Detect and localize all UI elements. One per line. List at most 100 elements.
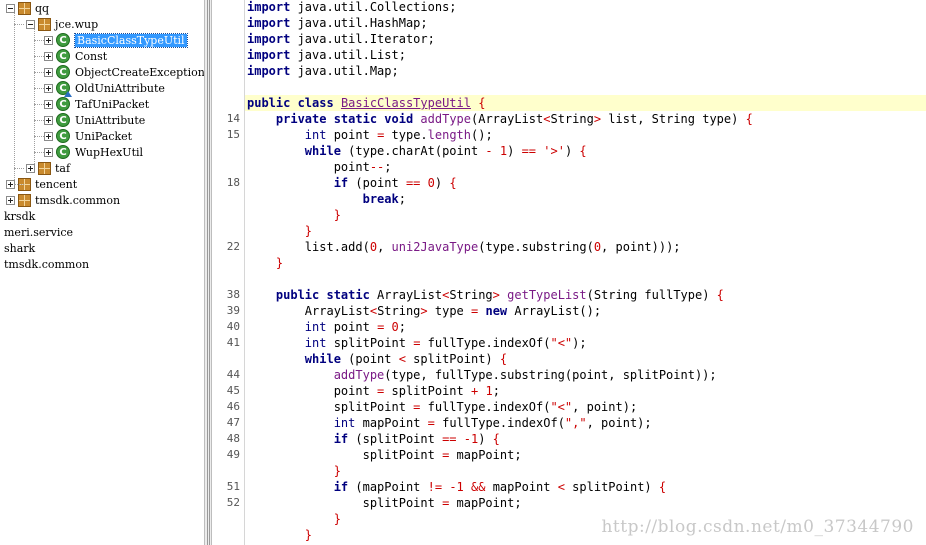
code-line[interactable]: } [245,463,926,479]
line-number: 44 [226,368,240,381]
code-line[interactable]: public static ArrayList<String> getTypeL… [245,287,926,303]
code-line[interactable]: import java.util.Iterator; [245,31,926,47]
expand-icon[interactable] [44,99,53,109]
line-number-gutter: 14 15 18 22 38 39 40 41 44 45 46 47 48 49 51 52 [212,0,244,545]
package-icon [18,1,31,15]
code-line[interactable]: point = splitPoint + 1; [245,383,926,399]
line-number: 40 [226,320,240,333]
package-icon [18,193,31,207]
line-number: 48 [226,432,240,445]
code-line[interactable]: if (mapPoint != -1 && mapPoint < splitPo… [245,479,926,495]
code-line[interactable]: int splitPoint = fullType.indexOf("<"); [245,335,926,351]
expand-icon[interactable] [44,83,53,93]
line-number [212,47,240,63]
code-line[interactable]: private static void addType(ArrayList<St… [245,111,926,127]
line-number [212,271,240,287]
tree-item-label: shark [4,241,36,255]
tree-item-label: tencent [35,177,78,191]
tree-item[interactable]: krsdk [4,208,35,224]
code-line[interactable]: int mapPoint = fullType.indexOf(",", poi… [245,415,926,431]
tree-item[interactable]: C UniPacket [44,128,132,144]
tree-item[interactable]: jce.wup [26,16,98,32]
tree-guide-line [34,104,44,105]
tree-item[interactable]: tmsdk.common [6,192,120,208]
expand-icon[interactable] [44,67,53,77]
class-icon: C [56,97,70,111]
code-line[interactable]: splitPoint = mapPoint; [245,447,926,463]
tree-item[interactable]: C OldUniAttribute [44,80,165,97]
code-line[interactable]: point--; [245,159,926,175]
code-line[interactable]: break; [245,191,926,207]
line-number [212,191,240,207]
package-icon [38,161,51,175]
code-line[interactable]: ArrayList<String> type = new ArrayList()… [245,303,926,319]
code-line[interactable]: if (point == 0) { [245,175,926,191]
code-editor[interactable]: 14 15 18 22 38 39 40 41 44 45 46 47 48 49 51 52 import … [212,0,926,545]
code-line[interactable]: int point = 0; [245,319,926,335]
expand-icon[interactable] [44,115,53,125]
code-line[interactable]: import java.util.HashMap; [245,15,926,31]
tree-item-label: UniPacket [75,129,133,143]
code-line[interactable]: } [245,207,926,223]
tree-item[interactable]: qq [6,0,49,16]
tree-item[interactable]: C UniAttribute [44,112,145,128]
line-number: 38 [226,288,240,301]
tree-item[interactable]: C ObjectCreateException [44,64,204,80]
code-line[interactable]: } [245,255,926,271]
code-line[interactable]: import java.util.Collections; [245,0,926,15]
code-line[interactable]: int point = type.length(); [245,127,926,143]
code-line[interactable] [245,79,926,95]
tree-item-label: WupHexUtil [75,145,144,159]
line-number [212,159,240,175]
code-line[interactable]: while (point < splitPoint) { [245,351,926,367]
code-line[interactable]: public class BasicClassTypeUtil { [245,95,926,111]
line-number [212,255,240,271]
code-line[interactable]: import java.util.Map; [245,63,926,79]
code-line[interactable]: list.add(0, uni2JavaType(type.substring(… [245,239,926,255]
line-number [212,207,240,223]
code-line[interactable]: while (type.charAt(point - 1) == '>') { [245,143,926,159]
code-line[interactable]: splitPoint = fullType.indexOf("<", point… [245,399,926,415]
code-line[interactable]: if (splitPoint == -1) { [245,431,926,447]
tree-item[interactable]: shark [4,240,35,256]
expand-icon[interactable] [6,195,15,205]
collapse-icon[interactable] [6,3,15,13]
collapse-icon[interactable] [26,19,35,29]
class-icon: C [56,145,70,159]
tree-item[interactable]: C WupHexUtil [44,144,143,160]
expand-icon[interactable] [44,35,53,45]
tree-guide-line [14,168,24,169]
panel-splitter[interactable] [204,0,212,545]
tree-item[interactable]: C TafUniPacket [44,96,149,112]
line-number: 15 [226,128,240,141]
line-number: 47 [226,416,240,429]
code-line[interactable]: } [245,223,926,239]
tree-item[interactable]: taf [26,160,70,176]
line-number [212,143,240,159]
tree-guide-line [14,12,15,186]
expand-icon[interactable] [26,163,35,173]
expand-icon[interactable] [44,147,53,157]
code-line[interactable]: addType(type, fullType.substring(point, … [245,367,926,383]
tree-item[interactable]: C BasicClassTypeUtil [44,32,188,48]
tree-item[interactable]: meri.service [4,224,73,240]
tree-item[interactable]: C Const [44,48,107,64]
line-number [212,31,240,47]
code-line[interactable] [245,271,926,287]
line-number: 45 [226,384,240,397]
line-number [212,527,240,543]
class-icon: C [56,33,70,47]
watermark-text: http://blog.csdn.net/m0_37344790 [601,517,914,537]
tree-item-label: jce.wup [55,17,99,31]
package-tree[interactable]: qq jce.wup C BasicClassTypeUtil C Const C Objec… [0,0,204,545]
tree-item[interactable]: tmsdk.common [4,256,89,272]
line-number: 46 [226,400,240,413]
tree-item-label: UniAttribute [75,113,146,127]
expand-icon[interactable] [44,131,53,141]
code-line[interactable]: splitPoint = mapPoint; [245,495,926,511]
class-icon: C [56,113,70,127]
line-number: 49 [226,448,240,461]
package-icon [38,17,51,31]
expand-icon[interactable] [44,51,53,61]
code-line[interactable]: import java.util.List; [245,47,926,63]
